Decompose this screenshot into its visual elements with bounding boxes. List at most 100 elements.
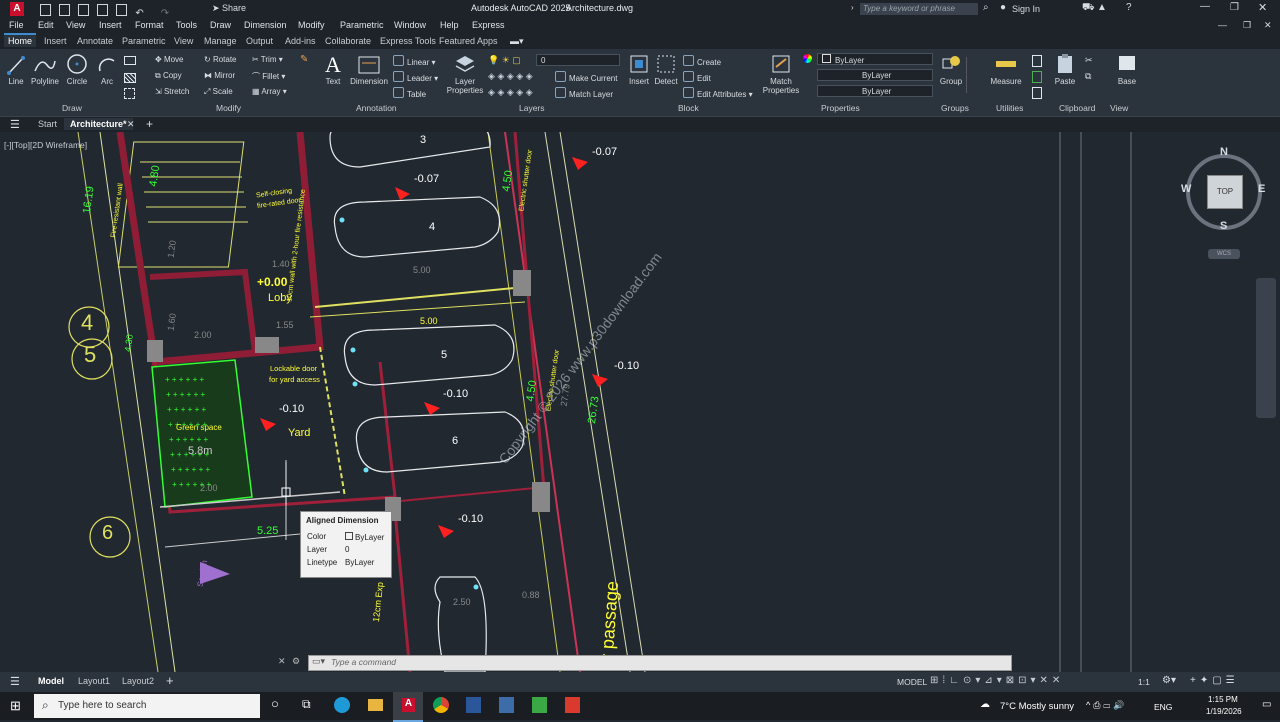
menu-insert[interactable]: Insert: [99, 20, 122, 30]
cortana-icon[interactable]: ○: [271, 696, 279, 711]
make-current-button[interactable]: Make Current: [555, 71, 617, 83]
camtasia-icon[interactable]: [532, 697, 547, 713]
modify-panel-title[interactable]: Modify: [216, 103, 241, 113]
notification-icon[interactable]: ▭: [1262, 699, 1271, 710]
tab-parametric[interactable]: Parametric: [118, 35, 170, 47]
leader-button[interactable]: Leader ▾: [393, 71, 438, 83]
language-indicator[interactable]: ENG: [1154, 702, 1172, 712]
autocad-taskbar-icon[interactable]: A: [393, 692, 423, 722]
arc-button[interactable]: Arc: [96, 55, 118, 86]
command-line[interactable]: ▭▾ Type a command: [308, 655, 1012, 671]
help-icon[interactable]: ?: [1126, 2, 1132, 13]
hamburger-menu-icon[interactable]: ☰: [10, 118, 20, 131]
model-space-button[interactable]: MODEL: [897, 677, 927, 687]
block-panel-title[interactable]: Block: [678, 103, 699, 113]
match-properties-button[interactable]: Match Properties: [762, 53, 800, 95]
tab-close-icon[interactable]: ✕: [127, 119, 135, 130]
properties-panel-title[interactable]: Properties: [821, 103, 860, 113]
autocad-logo-icon[interactable]: A: [10, 2, 24, 16]
windows-start-icon[interactable]: ⊞: [10, 698, 21, 714]
tab-collaborate[interactable]: Collaborate: [321, 35, 375, 47]
command-close-icon[interactable]: ✕: [278, 656, 286, 667]
group-button[interactable]: Group: [938, 53, 964, 86]
stretch-button[interactable]: ⇲ Stretch: [155, 87, 189, 96]
task-view-icon[interactable]: ⧉: [302, 697, 311, 712]
status-toggle-icons[interactable]: ⊞⁞∟⊙▾⊿▾⊠⊡▾✕✕: [930, 675, 1064, 686]
detect-button[interactable]: Detect: [653, 53, 679, 86]
fillet-button[interactable]: ⌒ Fillet ▾: [252, 71, 285, 82]
dimension-button[interactable]: Dimension: [348, 55, 390, 86]
menu-draw[interactable]: Draw: [210, 20, 231, 30]
viewcube-north[interactable]: N: [1220, 146, 1228, 158]
close-icon[interactable]: ✕: [1258, 1, 1267, 14]
drawing-canvas[interactable]: [-][Top][2D Wireframe] + + + + + + + + + …: [0, 132, 1280, 672]
open-file-icon[interactable]: [59, 4, 71, 16]
maximize-icon[interactable]: ❐: [1230, 2, 1239, 13]
layer-properties-button[interactable]: Layer Properties: [446, 53, 484, 95]
snipping-tool-icon[interactable]: [499, 697, 514, 713]
menu-view[interactable]: View: [66, 20, 85, 30]
linetype-dropdown[interactable]: ByLayer: [817, 69, 933, 81]
clock-date[interactable]: 1/19/2026: [1206, 707, 1242, 716]
insert-button[interactable]: Insert: [627, 53, 651, 86]
layer-tools-icons-2[interactable]: ◈ ◈ ◈ ◈ ◈: [488, 87, 533, 98]
copy-clip-icon[interactable]: ⧉: [1085, 71, 1091, 82]
scale-button[interactable]: ⤢ Scale: [204, 87, 233, 97]
layers-panel-title[interactable]: Layers: [519, 103, 545, 113]
layer-tools-icons[interactable]: ◈ ◈ ◈ ◈ ◈: [488, 71, 533, 82]
layer-state-icons[interactable]: 💡 ☀ ▢: [488, 55, 521, 66]
tab-view[interactable]: View: [170, 35, 197, 47]
edit-block-button[interactable]: Edit: [683, 71, 711, 83]
start-tab[interactable]: Start: [32, 118, 63, 130]
window-close-icon[interactable]: ✕: [1264, 20, 1272, 31]
taskbar-search[interactable]: ⌕ Type here to search: [34, 694, 260, 718]
menu-tools[interactable]: Tools: [176, 20, 197, 30]
user-icon[interactable]: ●: [1000, 2, 1006, 13]
menu-dimension[interactable]: Dimension: [244, 20, 287, 30]
window-restore-icon[interactable]: ❐: [1243, 20, 1251, 31]
mirror-button[interactable]: ⧓ Mirror: [204, 71, 235, 80]
base-button[interactable]: Base: [1114, 53, 1140, 86]
search-chevron-icon[interactable]: ›: [851, 3, 854, 12]
share-button[interactable]: ➤ Share: [212, 3, 246, 14]
copy-button[interactable]: ⧉ Copy: [155, 71, 182, 81]
trim-button[interactable]: ✂ Trim ▾: [252, 55, 283, 64]
erase-icon[interactable]: ✎: [300, 54, 308, 65]
save-as-icon[interactable]: [97, 4, 109, 16]
layer-dropdown[interactable]: 0: [536, 54, 620, 66]
word-icon[interactable]: [466, 697, 481, 713]
camtasia-recorder-icon[interactable]: [565, 697, 580, 713]
menu-file[interactable]: File: [9, 20, 24, 30]
table-button[interactable]: Table: [393, 87, 426, 99]
circle-button[interactable]: Circle: [64, 53, 90, 86]
print-icon[interactable]: [116, 4, 128, 16]
viewcube-west[interactable]: W: [1181, 183, 1191, 195]
id-point-icon[interactable]: [1032, 71, 1042, 83]
text-button[interactable]: A Text: [322, 53, 344, 87]
help-search-input[interactable]: Type a keyword or phrase: [860, 3, 978, 15]
hatch-icon[interactable]: [124, 73, 136, 83]
tab-insert[interactable]: Insert: [40, 35, 71, 47]
search-icon[interactable]: ⌕: [983, 2, 989, 13]
tab-annotate[interactable]: Annotate: [73, 35, 117, 47]
command-customize-icon[interactable]: ⚙: [292, 656, 300, 667]
rectangle-icon[interactable]: [124, 56, 136, 65]
layout2-tab[interactable]: Layout2: [122, 676, 154, 686]
view-panel-title[interactable]: View: [1110, 103, 1128, 113]
color-dropdown[interactable]: ByLayer: [817, 53, 933, 65]
menu-modify[interactable]: Modify: [298, 20, 325, 30]
measure-button[interactable]: Measure: [988, 53, 1024, 86]
layout1-tab[interactable]: Layout1: [78, 676, 110, 686]
cart-icon[interactable]: ⛟: [1082, 2, 1095, 15]
create-block-button[interactable]: Create: [683, 55, 721, 67]
move-button[interactable]: ✥ Move: [155, 55, 184, 64]
cut-icon[interactable]: ✂: [1085, 55, 1093, 66]
groups-panel-title[interactable]: Groups: [941, 103, 969, 113]
wcs-menu[interactable]: WCS: [1208, 249, 1240, 259]
tab-express-tools[interactable]: Express Tools: [376, 35, 440, 47]
annotation-panel-title[interactable]: Annotation: [356, 103, 397, 113]
calculator-icon[interactable]: [1032, 55, 1042, 67]
navigation-bar[interactable]: [1256, 278, 1276, 418]
menu-window[interactable]: Window: [394, 20, 426, 30]
save-icon[interactable]: [78, 4, 90, 16]
